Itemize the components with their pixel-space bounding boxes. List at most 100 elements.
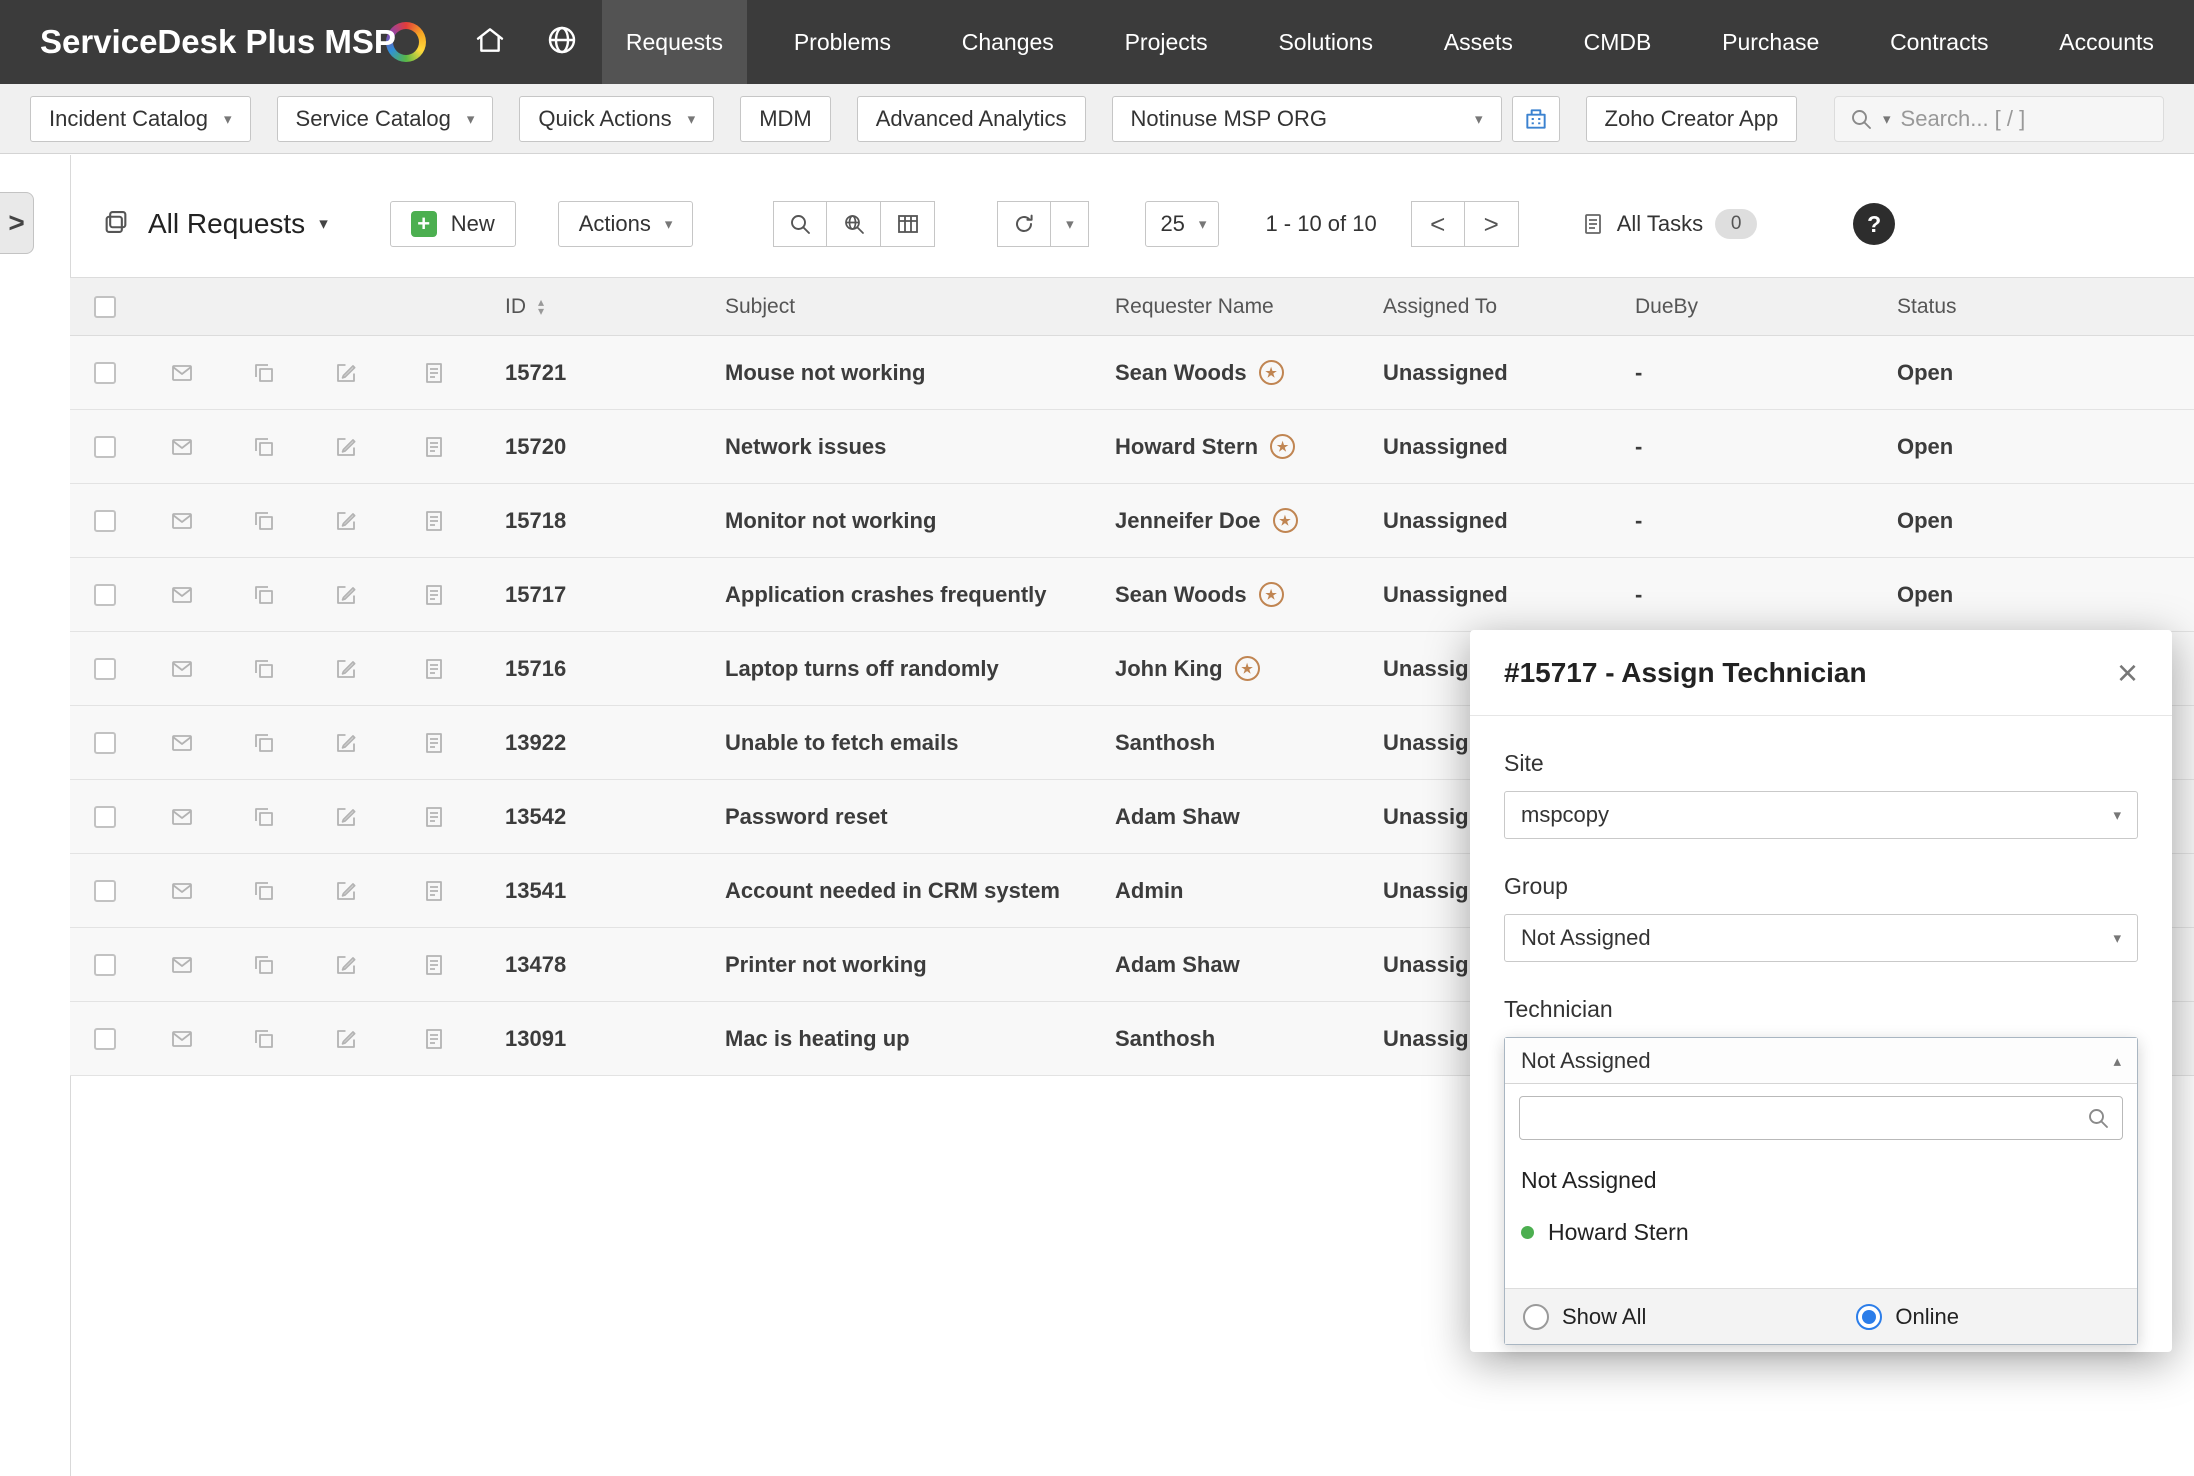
request-subject[interactable]: Password reset [700, 804, 1090, 830]
next-page-button[interactable]: > [1465, 201, 1519, 247]
globe-dashboard-icon[interactable] [546, 24, 578, 61]
zoho-creator-app-button[interactable]: Zoho Creator App [1586, 96, 1798, 142]
request-id[interactable]: 13542 [480, 804, 700, 830]
tab-requests[interactable]: Requests [602, 0, 747, 84]
incident-catalog-button[interactable]: Incident Catalog▾ [30, 96, 251, 142]
edit-icon[interactable] [304, 509, 388, 533]
worklog-icon[interactable] [388, 879, 480, 903]
copy-icon[interactable] [224, 953, 304, 977]
tab-assets[interactable]: Assets [1420, 0, 1537, 84]
copy-icon[interactable] [224, 361, 304, 385]
tab-contracts[interactable]: Contracts [1866, 0, 2012, 84]
request-id[interactable]: 15718 [480, 508, 700, 534]
copy-icon[interactable] [224, 731, 304, 755]
worklog-icon[interactable] [388, 657, 480, 681]
row-checkbox[interactable] [94, 436, 116, 458]
worklog-icon[interactable] [388, 953, 480, 977]
technician-search-input[interactable] [1532, 1105, 2078, 1131]
mail-icon[interactable] [140, 731, 224, 755]
request-id[interactable]: 15720 [480, 434, 700, 460]
request-subject[interactable]: Network issues [700, 434, 1090, 460]
column-header-assigned[interactable]: Assigned To [1358, 295, 1610, 319]
request-subject[interactable]: Application crashes frequently [700, 582, 1090, 608]
column-header-subject[interactable]: Subject [700, 295, 1090, 319]
mail-icon[interactable] [140, 509, 224, 533]
select-all-checkbox[interactable] [94, 296, 116, 318]
row-checkbox[interactable] [94, 806, 116, 828]
request-subject[interactable]: Monitor not working [700, 508, 1090, 534]
worklog-icon[interactable] [388, 731, 480, 755]
tab-problems[interactable]: Problems [770, 0, 915, 84]
technician-select[interactable]: Not Assigned ▴ [1505, 1038, 2137, 1084]
row-checkbox[interactable] [94, 658, 116, 680]
request-id[interactable]: 15716 [480, 656, 700, 682]
request-status[interactable]: Open [1872, 434, 2194, 460]
edit-icon[interactable] [304, 657, 388, 681]
edit-icon[interactable] [304, 731, 388, 755]
copy-icon[interactable] [224, 1027, 304, 1051]
search-button[interactable] [773, 201, 827, 247]
mail-icon[interactable] [140, 805, 224, 829]
advanced-analytics-button[interactable]: Advanced Analytics [857, 96, 1086, 142]
sort-icon[interactable]: ▴▾ [538, 298, 544, 316]
assigned-to[interactable]: Unassigned [1358, 434, 1610, 460]
edit-icon[interactable] [304, 805, 388, 829]
worklog-icon[interactable] [388, 435, 480, 459]
mail-icon[interactable] [140, 879, 224, 903]
tab-changes[interactable]: Changes [938, 0, 1078, 84]
group-select[interactable]: Not Assigned ▾ [1504, 914, 2138, 962]
refresh-button[interactable] [997, 201, 1051, 247]
option-not-assigned[interactable]: Not Assigned [1505, 1154, 2137, 1206]
request-id[interactable]: 13541 [480, 878, 700, 904]
copy-icon[interactable] [224, 509, 304, 533]
worklog-icon[interactable] [388, 583, 480, 607]
quick-actions-button[interactable]: Quick Actions▾ [519, 96, 714, 142]
mail-icon[interactable] [140, 1027, 224, 1051]
worklog-icon[interactable] [388, 1027, 480, 1051]
copy-icon[interactable] [224, 805, 304, 829]
mdm-button[interactable]: MDM [740, 96, 831, 142]
mail-icon[interactable] [140, 953, 224, 977]
left-panel-expander[interactable]: > [0, 192, 34, 254]
row-checkbox[interactable] [94, 584, 116, 606]
column-header-requester[interactable]: Requester Name [1090, 295, 1358, 319]
request-id[interactable]: 13091 [480, 1026, 700, 1052]
assigned-to[interactable]: Unassigned [1358, 360, 1610, 386]
worklog-icon[interactable] [388, 805, 480, 829]
org-select[interactable]: Notinuse MSP ORG▾ [1112, 96, 1502, 142]
request-id[interactable]: 15721 [480, 360, 700, 386]
edit-icon[interactable] [304, 953, 388, 977]
request-subject[interactable]: Account needed in CRM system [700, 878, 1090, 904]
site-select[interactable]: mspcopy ▾ [1504, 791, 2138, 839]
edit-icon[interactable] [304, 1027, 388, 1051]
column-header-status[interactable]: Status [1872, 295, 2194, 319]
request-status[interactable]: Open [1872, 360, 2194, 386]
copy-icon[interactable] [224, 583, 304, 607]
edit-icon[interactable] [304, 583, 388, 607]
org-site-icon-button[interactable] [1512, 96, 1560, 142]
tab-solutions[interactable]: Solutions [1254, 0, 1397, 84]
global-column-search-button[interactable] [827, 201, 881, 247]
page-size-select[interactable]: 25 ▾ [1145, 201, 1219, 247]
edit-icon[interactable] [304, 361, 388, 385]
row-checkbox[interactable] [94, 1028, 116, 1050]
request-id[interactable]: 13478 [480, 952, 700, 978]
row-checkbox[interactable] [94, 362, 116, 384]
assigned-to[interactable]: Unassigned [1358, 582, 1610, 608]
column-chooser-button[interactable] [881, 201, 935, 247]
option-howard-stern[interactable]: Howard Stern [1505, 1206, 2137, 1258]
refresh-interval-button[interactable]: ▾ [1051, 201, 1089, 247]
request-subject[interactable]: Mouse not working [700, 360, 1090, 386]
worklog-icon[interactable] [388, 361, 480, 385]
request-status[interactable]: Open [1872, 508, 2194, 534]
request-subject[interactable]: Printer not working [700, 952, 1090, 978]
view-selector[interactable]: All Requests ▾ [148, 208, 328, 240]
request-subject[interactable]: Mac is heating up [700, 1026, 1090, 1052]
row-checkbox[interactable] [94, 954, 116, 976]
requests-list-icon[interactable] [102, 208, 130, 241]
tab-projects[interactable]: Projects [1101, 0, 1232, 84]
app-logo[interactable]: ServiceDesk Plus MSP [40, 23, 396, 61]
request-subject[interactable]: Laptop turns off randomly [700, 656, 1090, 682]
row-checkbox[interactable] [94, 880, 116, 902]
copy-icon[interactable] [224, 879, 304, 903]
